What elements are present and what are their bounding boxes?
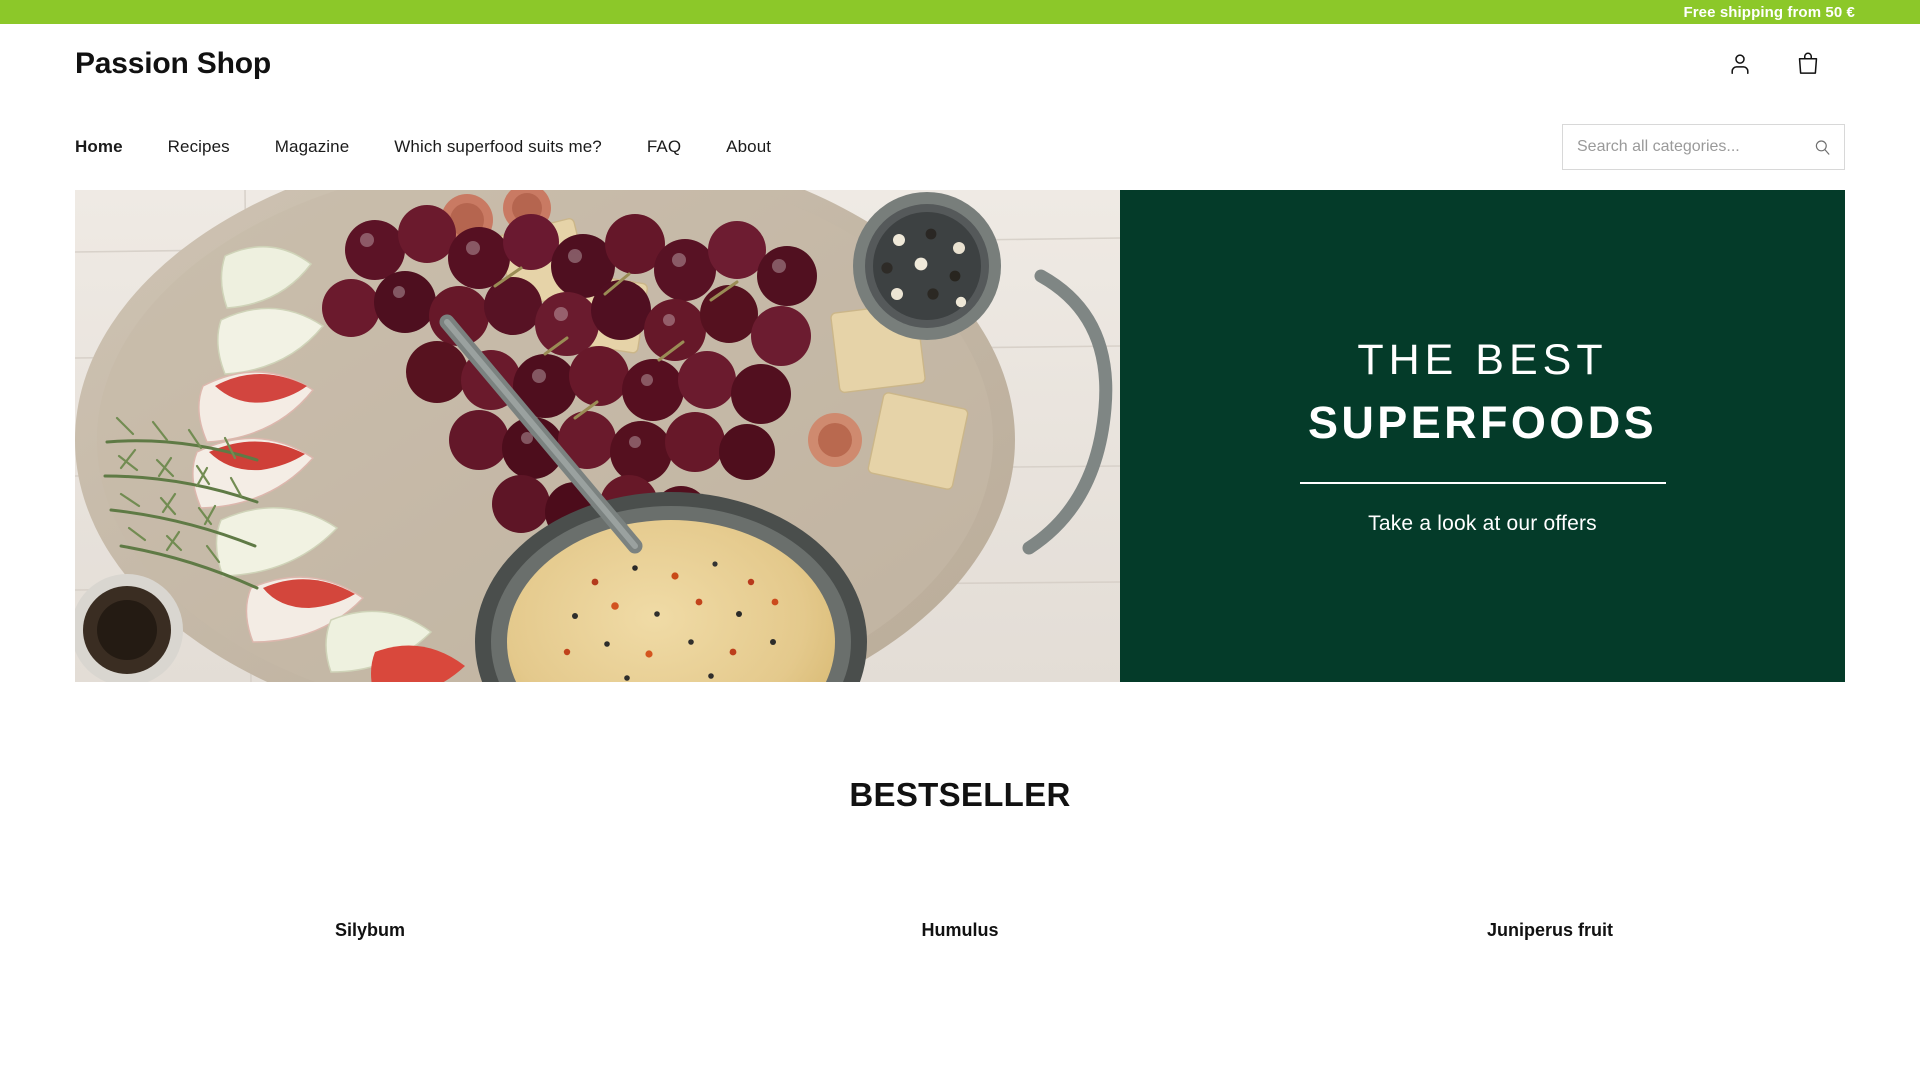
hero-image — [75, 190, 1120, 682]
nav-item-recipes[interactable]: Recipes — [168, 137, 230, 157]
product-card[interactable]: Humulus — [665, 920, 1255, 941]
nav-row: Home Recipes Magazine Which superfood su… — [75, 104, 1845, 190]
bestseller-section: BESTSELLER Silybum Humulus Juniperus fru… — [0, 776, 1920, 941]
hero-title-light: THE BEST — [1357, 336, 1608, 385]
product-name[interactable]: Juniperus fruit — [1487, 920, 1613, 941]
nav-item-magazine[interactable]: Magazine — [275, 137, 350, 157]
bestseller-heading: BESTSELLER — [849, 776, 1071, 813]
hero-section: THE BEST SUPERFOODS Take a look at our o… — [75, 190, 1845, 682]
shopping-bag-icon[interactable] — [1793, 49, 1823, 79]
product-card[interactable]: Silybum — [75, 920, 665, 941]
promo-banner: Free shipping from 50 € — [0, 0, 1920, 24]
account-icon[interactable] — [1725, 49, 1755, 79]
header-icon-group — [1725, 49, 1823, 79]
nav-item-home[interactable]: Home — [75, 137, 123, 157]
header-top-row: Passion Shop — [75, 24, 1845, 104]
search-icon[interactable] — [1800, 125, 1844, 169]
product-card[interactable]: Juniperus fruit — [1255, 920, 1845, 941]
bestseller-product-grid: Silybum Humulus Juniperus fruit — [75, 814, 1845, 941]
search-input[interactable] — [1563, 125, 1800, 169]
hero-subtitle: Take a look at our offers — [1368, 511, 1597, 535]
search-box[interactable] — [1562, 124, 1845, 170]
product-name[interactable]: Silybum — [335, 920, 405, 941]
hero-divider — [1299, 481, 1666, 484]
nav-item-about[interactable]: About — [726, 137, 771, 157]
nav-item-faq[interactable]: FAQ — [647, 137, 681, 157]
hero-text-panel: THE BEST SUPERFOODS Take a look at our o… — [1120, 190, 1845, 682]
product-name[interactable]: Humulus — [921, 920, 998, 941]
main-navigation: Home Recipes Magazine Which superfood su… — [75, 137, 771, 157]
site-header: Passion Shop Home Recipes Magazine Which… — [0, 24, 1920, 190]
promo-banner-text: Free shipping from 50 € — [1683, 3, 1855, 21]
nav-item-which-superfood[interactable]: Which superfood suits me? — [394, 137, 602, 157]
hero-title-bold: SUPERFOODS — [1307, 396, 1658, 448]
brand-logo[interactable]: Passion Shop — [75, 47, 271, 81]
